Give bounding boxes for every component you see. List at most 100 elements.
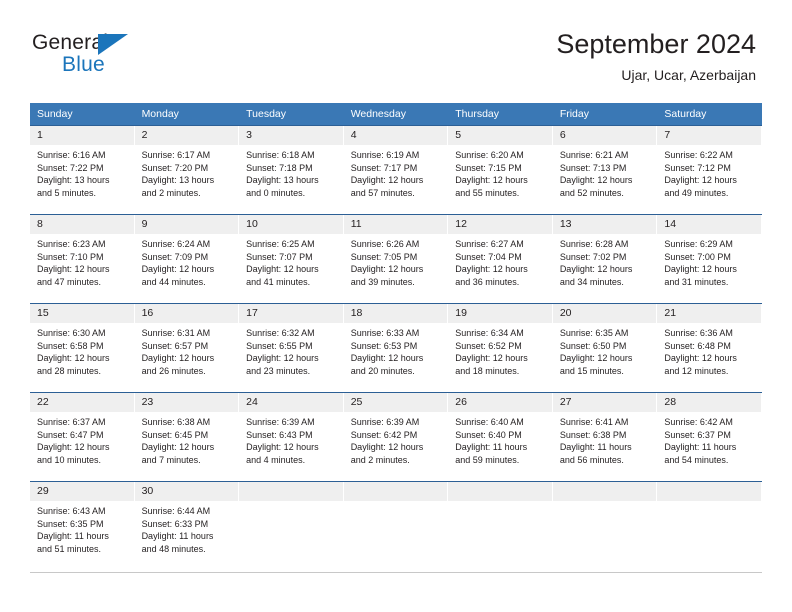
day-cell[interactable]: 6 Sunrise: 6:21 AM Sunset: 7:13 PM Dayli…: [552, 126, 658, 214]
daylight-text-line1: Daylight: 12 hours: [664, 353, 737, 364]
day-info: Sunrise: 6:25 AM Sunset: 7:07 PM Dayligh…: [239, 234, 344, 288]
day-cell[interactable]: 23 Sunrise: 6:38 AM Sunset: 6:45 PM Dayl…: [134, 393, 240, 481]
daylight-text-line2: and 55 minutes.: [455, 187, 520, 198]
sunrise-text: Sunrise: 6:31 AM: [141, 328, 211, 338]
calendar-week-row: 22 Sunrise: 6:37 AM Sunset: 6:47 PM Dayl…: [30, 392, 762, 482]
daylight-text-line1: Daylight: 11 hours: [559, 442, 632, 453]
day-number: 25: [343, 393, 449, 412]
sunrise-text: Sunrise: 6:32 AM: [246, 328, 315, 338]
daylight-text-line2: and 10 minutes.: [37, 454, 102, 465]
calendar-week-row: 15 Sunrise: 6:30 AM Sunset: 6:58 PM Dayl…: [30, 303, 762, 393]
sunrise-text: Sunrise: 6:37 AM: [37, 417, 106, 427]
daylight-text-line1: Daylight: 12 hours: [664, 264, 737, 275]
day-cell[interactable]: 3 Sunrise: 6:18 AM Sunset: 7:18 PM Dayli…: [239, 126, 344, 214]
day-cell-empty: [448, 482, 553, 570]
sunset-text: Sunset: 6:48 PM: [664, 340, 731, 351]
day-info: [657, 501, 762, 505]
daylight-text-line1: Daylight: 12 hours: [559, 175, 633, 186]
day-cell[interactable]: 17 Sunrise: 6:32 AM Sunset: 6:55 PM Dayl…: [239, 304, 344, 392]
day-cell[interactable]: 1 Sunrise: 6:16 AM Sunset: 7:22 PM Dayli…: [30, 126, 135, 214]
day-cell[interactable]: 19 Sunrise: 6:34 AM Sunset: 6:52 PM Dayl…: [448, 304, 553, 392]
sunrise-text: Sunrise: 6:26 AM: [350, 239, 420, 249]
daylight-text-line1: Daylight: 12 hours: [37, 442, 110, 453]
daylight-text-line2: and 34 minutes.: [559, 276, 624, 287]
day-number: 17: [239, 304, 344, 323]
day-cell[interactable]: 25 Sunrise: 6:39 AM Sunset: 6:42 PM Dayl…: [343, 393, 449, 481]
day-cell[interactable]: 16 Sunrise: 6:31 AM Sunset: 6:57 PM Dayl…: [134, 304, 240, 392]
sunset-text: Sunset: 6:43 PM: [246, 429, 313, 440]
daylight-text-line1: Daylight: 11 hours: [455, 442, 528, 453]
day-cell[interactable]: 24 Sunrise: 6:39 AM Sunset: 6:43 PM Dayl…: [239, 393, 344, 481]
day-cell[interactable]: 9 Sunrise: 6:24 AM Sunset: 7:09 PM Dayli…: [134, 215, 240, 303]
sunrise-text: Sunrise: 6:33 AM: [350, 328, 420, 338]
calendar-week-row: 29 Sunrise: 6:43 AM Sunset: 6:35 PM Dayl…: [30, 481, 762, 570]
weekday-header-monday: Monday: [134, 103, 240, 126]
daylight-text-line1: Daylight: 12 hours: [350, 442, 424, 453]
day-number: 24: [239, 393, 344, 412]
sunrise-text: Sunrise: 6:29 AM: [664, 239, 733, 249]
day-cell[interactable]: 4 Sunrise: 6:19 AM Sunset: 7:17 PM Dayli…: [343, 126, 449, 214]
day-cell[interactable]: 14 Sunrise: 6:29 AM Sunset: 7:00 PM Dayl…: [657, 215, 762, 303]
day-cell[interactable]: 20 Sunrise: 6:35 AM Sunset: 6:50 PM Dayl…: [552, 304, 658, 392]
calendar-bottom-rule: [30, 572, 762, 573]
weekday-header-wednesday: Wednesday: [343, 103, 449, 126]
day-number: [343, 482, 449, 501]
sunset-text: Sunset: 7:04 PM: [455, 251, 522, 262]
day-cell[interactable]: 28 Sunrise: 6:42 AM Sunset: 6:37 PM Dayl…: [657, 393, 762, 481]
daylight-text-line1: Daylight: 13 hours: [141, 175, 215, 186]
day-number: 16: [134, 304, 240, 323]
day-cell[interactable]: 27 Sunrise: 6:41 AM Sunset: 6:38 PM Dayl…: [552, 393, 658, 481]
day-cell[interactable]: 11 Sunrise: 6:26 AM Sunset: 7:05 PM Dayl…: [343, 215, 449, 303]
sunrise-text: Sunrise: 6:17 AM: [141, 150, 211, 160]
sunset-text: Sunset: 6:53 PM: [350, 340, 418, 351]
day-number: 1: [30, 126, 135, 145]
day-cell[interactable]: 2 Sunrise: 6:17 AM Sunset: 7:20 PM Dayli…: [134, 126, 240, 214]
sunset-text: Sunset: 7:17 PM: [350, 162, 418, 173]
day-cell[interactable]: 18 Sunrise: 6:33 AM Sunset: 6:53 PM Dayl…: [343, 304, 449, 392]
day-cell[interactable]: 8 Sunrise: 6:23 AM Sunset: 7:10 PM Dayli…: [30, 215, 135, 303]
daylight-text-line1: Daylight: 12 hours: [664, 175, 737, 186]
day-number: 5: [448, 126, 553, 145]
day-cell[interactable]: 21 Sunrise: 6:36 AM Sunset: 6:48 PM Dayl…: [657, 304, 762, 392]
daylight-text-line2: and 7 minutes.: [141, 454, 201, 465]
day-cell[interactable]: 30 Sunrise: 6:44 AM Sunset: 6:33 PM Dayl…: [134, 482, 240, 570]
daylight-text-line2: and 18 minutes.: [455, 365, 520, 376]
day-cell[interactable]: 12 Sunrise: 6:27 AM Sunset: 7:04 PM Dayl…: [448, 215, 553, 303]
day-cell[interactable]: 15 Sunrise: 6:30 AM Sunset: 6:58 PM Dayl…: [30, 304, 135, 392]
sunrise-text: Sunrise: 6:23 AM: [37, 239, 106, 249]
sunset-text: Sunset: 6:52 PM: [455, 340, 522, 351]
day-cell[interactable]: 10 Sunrise: 6:25 AM Sunset: 7:07 PM Dayl…: [239, 215, 344, 303]
daylight-text-line2: and 0 minutes.: [246, 187, 306, 198]
sunset-text: Sunset: 6:55 PM: [246, 340, 313, 351]
calendar-week-row: 8 Sunrise: 6:23 AM Sunset: 7:10 PM Dayli…: [30, 214, 762, 304]
sunset-text: Sunset: 7:15 PM: [455, 162, 522, 173]
daylight-text-line1: Daylight: 12 hours: [141, 353, 215, 364]
day-cell[interactable]: 22 Sunrise: 6:37 AM Sunset: 6:47 PM Dayl…: [30, 393, 135, 481]
daylight-text-line1: Daylight: 12 hours: [559, 353, 633, 364]
weekday-header-sunday: Sunday: [30, 103, 135, 126]
day-info: [553, 501, 658, 505]
sunrise-text: Sunrise: 6:34 AM: [455, 328, 524, 338]
day-cell[interactable]: 29 Sunrise: 6:43 AM Sunset: 6:35 PM Dayl…: [30, 482, 135, 570]
day-info: Sunrise: 6:24 AM Sunset: 7:09 PM Dayligh…: [135, 234, 240, 288]
calendar-header-row: Sunday Monday Tuesday Wednesday Thursday…: [30, 103, 762, 126]
day-cell[interactable]: 7 Sunrise: 6:22 AM Sunset: 7:12 PM Dayli…: [657, 126, 762, 214]
day-number: 13: [552, 215, 658, 234]
sunset-text: Sunset: 7:05 PM: [350, 251, 418, 262]
calendar-page: General Blue September 2024 Ujar, Ucar, …: [0, 0, 792, 612]
day-cell[interactable]: 26 Sunrise: 6:40 AM Sunset: 6:40 PM Dayl…: [448, 393, 553, 481]
daylight-text-line2: and 15 minutes.: [559, 365, 624, 376]
day-number: 10: [239, 215, 344, 234]
day-info: Sunrise: 6:22 AM Sunset: 7:12 PM Dayligh…: [657, 145, 762, 199]
daylight-text-line2: and 41 minutes.: [246, 276, 311, 287]
day-cell[interactable]: 5 Sunrise: 6:20 AM Sunset: 7:15 PM Dayli…: [448, 126, 553, 214]
sunrise-text: Sunrise: 6:30 AM: [37, 328, 106, 338]
sunrise-text: Sunrise: 6:21 AM: [559, 150, 629, 160]
logo-triangle-icon: [98, 34, 128, 55]
day-info: [344, 501, 449, 505]
sunset-text: Sunset: 7:18 PM: [246, 162, 313, 173]
day-number: 12: [448, 215, 553, 234]
day-number: 4: [343, 126, 449, 145]
day-cell[interactable]: 13 Sunrise: 6:28 AM Sunset: 7:02 PM Dayl…: [552, 215, 658, 303]
daylight-text-line2: and 20 minutes.: [350, 365, 415, 376]
